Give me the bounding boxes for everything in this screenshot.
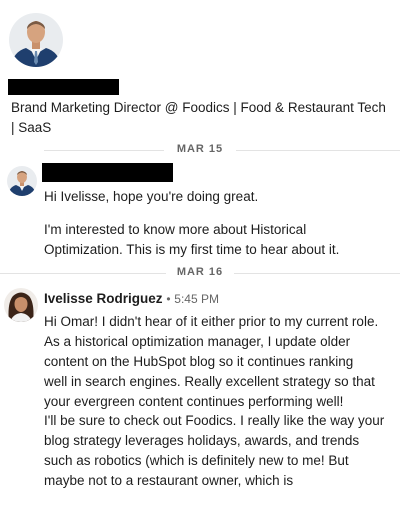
sender-name[interactable]: Ivelisse Rodriguez bbox=[44, 291, 163, 306]
sender-avatar[interactable] bbox=[4, 287, 38, 323]
sender-avatar[interactable] bbox=[7, 166, 37, 196]
message-text: Hi Omar! I didn't hear of it either prio… bbox=[44, 314, 379, 409]
date-divider: MAR 16 bbox=[0, 266, 400, 282]
redacted-name bbox=[8, 79, 119, 95]
time-separator: • bbox=[166, 292, 171, 306]
message-timestamp: 5:45 PM bbox=[174, 292, 219, 306]
date-label: MAR 15 bbox=[176, 143, 224, 155]
profile-avatar[interactable] bbox=[8, 10, 64, 70]
sender-row: Ivelisse Rodriguez • 5:45 PM bbox=[44, 291, 219, 307]
profile-headline: Brand Marketing Director @ Foodics | Foo… bbox=[11, 100, 386, 135]
message-text: Hi Ivelisse, hope you're doing great. bbox=[44, 189, 259, 204]
message-text: I'm interested to know more about Histor… bbox=[44, 222, 340, 257]
date-label: MAR 16 bbox=[176, 266, 224, 278]
message-text: I'll be sure to check out Foodics. I rea… bbox=[44, 413, 385, 488]
redacted-sender-name bbox=[42, 163, 173, 182]
date-divider: MAR 15 bbox=[0, 143, 400, 159]
